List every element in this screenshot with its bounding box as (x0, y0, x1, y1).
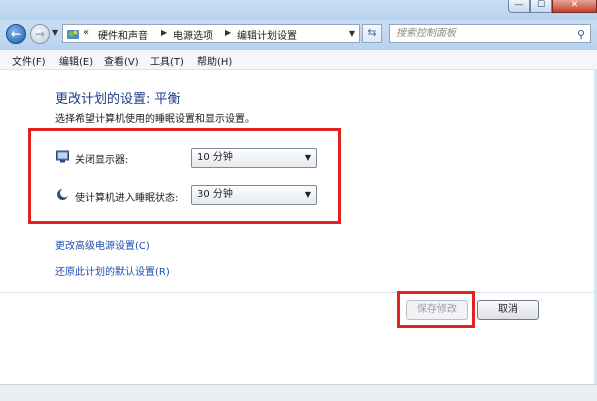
restore-defaults-link[interactable]: 还原此计划的默认设置(R) (55, 263, 170, 278)
close-button[interactable]: ✕ (552, 0, 597, 13)
moon-icon (57, 188, 69, 200)
search-placeholder: 搜索控制面板 (396, 28, 456, 39)
chevron-down-icon: ▼ (304, 153, 311, 162)
recent-pages-dropdown-icon[interactable]: ▼ (52, 28, 58, 37)
cancel-button[interactable]: 取消 (477, 300, 539, 320)
page-title: 更改计划的设置: 平衡 (55, 92, 181, 107)
breadcrumb-power-options[interactable]: 电源选项 (173, 27, 213, 42)
refresh-button[interactable]: ⇆ (362, 24, 382, 43)
breadcrumb-separator-icon[interactable]: ▶ (225, 28, 231, 37)
main-content: 更改计划的设置: 平衡 选择希望计算机使用的睡眠设置和显示设置。 关闭显示器: … (0, 70, 597, 384)
menu-file[interactable]: 文件(F) (12, 53, 46, 68)
sleep-label: 使计算机进入睡眠状态: (75, 193, 179, 204)
menu-view[interactable]: 查看(V) (104, 53, 139, 68)
sleep-select[interactable]: 30 分钟 ▼ (191, 185, 317, 205)
window-title-bar: — ☐ ✕ (0, 0, 597, 20)
turn-off-display-label: 关闭显示器: (75, 155, 129, 166)
forward-button[interactable]: → (30, 24, 50, 44)
divider (0, 292, 597, 293)
status-bar (0, 384, 597, 401)
turn-off-display-value: 10 分钟 (197, 152, 233, 163)
page-subtitle: 选择希望计算机使用的睡眠设置和显示设置。 (55, 114, 255, 125)
menu-tools[interactable]: 工具(T) (150, 53, 184, 68)
advanced-power-settings-link[interactable]: 更改高级电源设置(C) (55, 237, 150, 252)
minimize-button[interactable]: — (508, 0, 530, 13)
turn-off-display-select[interactable]: 10 分钟 ▼ (191, 148, 317, 168)
address-dropdown-icon[interactable]: ▼ (349, 29, 355, 38)
settings-highlight-box (28, 128, 341, 224)
back-button[interactable]: ← (6, 24, 26, 44)
maximize-button[interactable]: ☐ (530, 0, 552, 13)
search-input[interactable]: 搜索控制面板 ⚲ (389, 24, 591, 43)
search-icon[interactable]: ⚲ (577, 26, 585, 43)
sleep-value: 30 分钟 (197, 189, 233, 200)
breadcrumb-hardware-sound[interactable]: 硬件和声音 (98, 27, 148, 42)
save-changes-button[interactable]: 保存修改 (406, 300, 468, 320)
menu-edit[interactable]: 编辑(E) (59, 53, 93, 68)
breadcrumb-separator-icon[interactable]: ▶ (161, 28, 167, 37)
menu-help[interactable]: 帮助(H) (197, 53, 232, 68)
navigation-bar: ← → ▼ « 硬件和声音 ▶ 电源选项 ▶ 编辑计划设置 ▼ ⇆ 搜索控制面板… (0, 20, 597, 50)
menu-bar: 文件(F) 编辑(E) 查看(V) 工具(T) 帮助(H) (0, 50, 597, 70)
address-prefix[interactable]: « (83, 27, 89, 38)
monitor-icon (56, 150, 69, 163)
breadcrumb-edit-plan-settings[interactable]: 编辑计划设置 (237, 27, 297, 42)
control-panel-icon (67, 30, 79, 39)
chevron-down-icon: ▼ (304, 190, 311, 199)
address-bar[interactable]: « 硬件和声音 ▶ 电源选项 ▶ 编辑计划设置 ▼ (62, 24, 360, 43)
